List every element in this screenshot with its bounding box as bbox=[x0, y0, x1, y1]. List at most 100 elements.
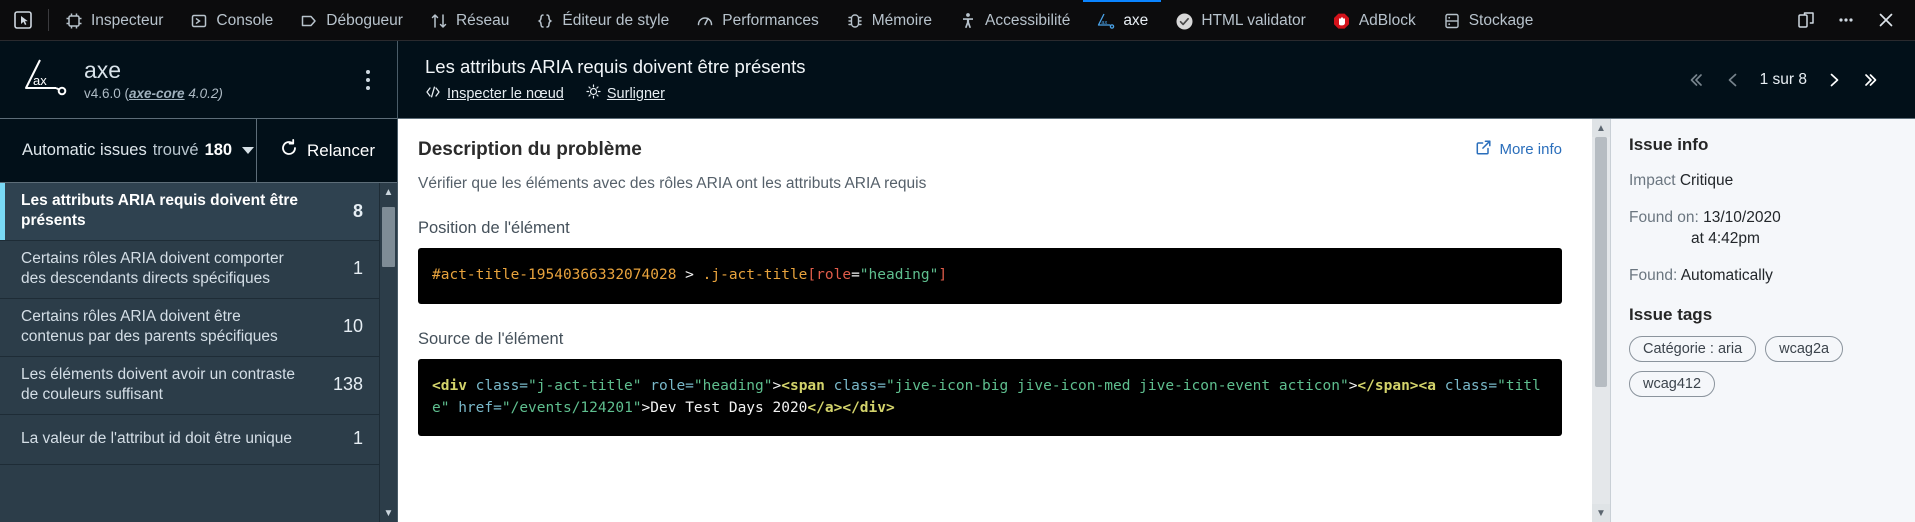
double-chevron-right-icon[interactable] bbox=[1855, 63, 1889, 97]
impact-label: Impact bbox=[1629, 172, 1676, 189]
issue-info-rail: Issue info Impact Critique Found on: 13/… bbox=[1610, 119, 1915, 522]
tab-performances[interactable]: Performances bbox=[682, 0, 831, 40]
tab-label: Console bbox=[216, 13, 273, 30]
tab-label: HTML validator bbox=[1201, 13, 1306, 30]
axe-icon: ax bbox=[1096, 11, 1116, 31]
tab-label: Accessibilité bbox=[985, 13, 1070, 30]
issue-detail-body: Description du problème More info Vérifi… bbox=[398, 119, 1915, 522]
highlight-button[interactable]: Surligner bbox=[586, 84, 665, 103]
tab-debogueur[interactable]: Débogueur bbox=[286, 0, 416, 40]
highlight-icon bbox=[586, 84, 601, 103]
description-header-row: Description du problème More info bbox=[418, 139, 1562, 161]
tab-html-validator[interactable]: HTML validator bbox=[1161, 0, 1319, 40]
issue-pager: 1 sur 8 bbox=[1678, 63, 1901, 97]
close-devtools-icon[interactable] bbox=[1867, 0, 1905, 41]
issue-list-item[interactable]: Les éléments doivent avoir un contraste … bbox=[0, 357, 379, 415]
scroll-up-icon[interactable]: ▲ bbox=[1592, 119, 1610, 137]
axe-panel: ax axe v4.6.0 (axe-core 4.0.2) Automatic… bbox=[0, 41, 1915, 522]
rerun-button[interactable]: Relancer bbox=[257, 119, 397, 182]
scroll-up-icon[interactable]: ▲ bbox=[380, 183, 397, 201]
found-on-label: Found on: bbox=[1629, 209, 1699, 226]
filter-count: 180 bbox=[205, 141, 233, 160]
scrollbar-track[interactable] bbox=[380, 201, 397, 504]
issue-list-item[interactable]: Certains rôles ARIA doivent être contenu… bbox=[0, 299, 379, 357]
tab-editeur-de-style[interactable]: Éditeur de style bbox=[522, 0, 682, 40]
element-source-heading: Source de l'élément bbox=[418, 330, 1562, 349]
scrollbar-thumb[interactable] bbox=[382, 207, 395, 267]
found-on-time: at 4:42pm bbox=[1629, 229, 1897, 250]
rerun-icon bbox=[279, 138, 299, 163]
code-attr-eq: = bbox=[851, 267, 860, 283]
issue-detail-pane: Description du problème More info Vérifi… bbox=[398, 119, 1592, 522]
tab-inspecteur[interactable]: Inspecteur bbox=[51, 0, 176, 40]
issue-info-heading: Issue info bbox=[1629, 135, 1897, 155]
scroll-down-icon[interactable]: ▼ bbox=[1592, 504, 1610, 522]
chevron-right-icon[interactable] bbox=[1817, 63, 1851, 97]
tab-stockage[interactable]: Stockage bbox=[1429, 0, 1547, 40]
console-icon bbox=[189, 11, 209, 31]
code-span-class-attr: class= bbox=[825, 378, 886, 394]
code-gt1: > bbox=[773, 378, 782, 394]
code-close-div: </div> bbox=[842, 400, 894, 416]
double-chevron-left-icon[interactable] bbox=[1678, 63, 1712, 97]
tab-axe[interactable]: ax axe bbox=[1083, 0, 1161, 40]
tab-accessibilite[interactable]: Accessibilité bbox=[945, 0, 1083, 40]
network-icon bbox=[429, 11, 449, 31]
tab-memoire[interactable]: Mémoire bbox=[832, 0, 945, 40]
issues-filter-dropdown[interactable]: Automatic issues trouvé 180 bbox=[0, 119, 257, 182]
tab-label: axe bbox=[1123, 13, 1148, 30]
filter-prefix-label: Automatic issues bbox=[22, 141, 147, 160]
issue-list-scrollbar[interactable]: ▲ ▼ bbox=[379, 183, 397, 522]
responsive-design-mode-icon[interactable] bbox=[1787, 0, 1825, 41]
detail-pane-scrollbar[interactable]: ▲ ▼ bbox=[1592, 119, 1610, 522]
external-link-icon bbox=[1475, 139, 1492, 160]
issue-detail-header: Les attributs ARIA requis doivent être p… bbox=[398, 41, 1915, 119]
axe-version: v4.6.0 ( bbox=[84, 86, 129, 101]
filter-found-label: trouvé bbox=[153, 141, 199, 160]
code-open-div: <div bbox=[432, 378, 467, 394]
tab-label: Inspecteur bbox=[91, 13, 163, 30]
storage-icon bbox=[1442, 11, 1462, 31]
more-info-link[interactable]: More info bbox=[1475, 139, 1562, 160]
issue-list-item[interactable]: Les attributs ARIA requis doivent être p… bbox=[0, 183, 379, 241]
tab-label: Stockage bbox=[1469, 13, 1534, 30]
issue-list-item[interactable]: Certains rôles ARIA doivent comporter de… bbox=[0, 241, 379, 299]
status-badge[interactable]: wcag2a bbox=[1765, 336, 1843, 362]
tab-label: AdBlock bbox=[1359, 13, 1416, 30]
axe-core-link[interactable]: axe-core bbox=[129, 86, 185, 101]
code-div-class-attr: class= bbox=[467, 378, 528, 394]
chevron-left-icon[interactable] bbox=[1716, 63, 1750, 97]
tab-adblock[interactable]: AdBlock bbox=[1319, 0, 1429, 40]
page-title: Les attributs ARIA requis doivent être p… bbox=[425, 56, 1678, 78]
issue-list-item[interactable]: La valeur de l'attribut id doit être uni… bbox=[0, 415, 379, 465]
kebab-menu-icon[interactable] bbox=[355, 57, 381, 103]
description-text: Vérifier que les éléments avec des rôles… bbox=[418, 175, 1562, 193]
tab-label: Réseau bbox=[456, 13, 509, 30]
inspect-node-button[interactable]: Inspecter le nœud bbox=[425, 85, 564, 103]
axe-core-version: 4.0.2) bbox=[185, 86, 223, 101]
code-a-href-attr: href= bbox=[449, 400, 501, 416]
svg-text:ax: ax bbox=[33, 73, 47, 88]
toolbar-divider bbox=[48, 9, 49, 31]
description-heading: Description du problème bbox=[418, 139, 1475, 161]
svg-text:ax: ax bbox=[1102, 20, 1108, 26]
scroll-down-icon[interactable]: ▼ bbox=[380, 504, 397, 522]
toolbar-right-controls bbox=[1787, 0, 1915, 40]
status-badge[interactable]: wcag412 bbox=[1629, 371, 1715, 397]
tab-reseau[interactable]: Réseau bbox=[416, 0, 522, 40]
found-on-line: Found on: 13/10/2020at 4:42pm bbox=[1629, 208, 1897, 250]
scrollbar-track[interactable] bbox=[1592, 137, 1610, 504]
more-options-icon[interactable] bbox=[1827, 0, 1865, 41]
scrollbar-thumb[interactable] bbox=[1595, 137, 1607, 387]
tab-console[interactable]: Console bbox=[176, 0, 286, 40]
axe-brand-text: axe v4.6.0 (axe-core 4.0.2) bbox=[76, 58, 355, 100]
highlight-label: Surligner bbox=[607, 86, 665, 102]
axe-product-name: axe bbox=[84, 58, 355, 82]
element-picker-icon[interactable] bbox=[0, 0, 46, 40]
axe-filter-row: Automatic issues trouvé 180 Relancer bbox=[0, 119, 397, 183]
status-badge[interactable]: Catégorie : aria bbox=[1629, 336, 1756, 362]
tab-label: Éditeur de style bbox=[562, 13, 669, 30]
code-attr-close: ] bbox=[938, 267, 947, 283]
issue-label: Certains rôles ARIA doivent comporter de… bbox=[21, 249, 321, 290]
issue-detail-header-texts: Les attributs ARIA requis doivent être p… bbox=[425, 56, 1678, 103]
